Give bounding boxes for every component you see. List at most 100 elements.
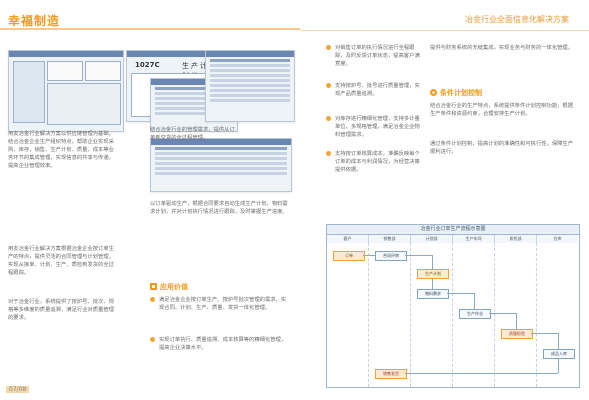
grid-row (155, 162, 287, 165)
flow-arrow (432, 255, 433, 269)
middle-bullet-1: 满足冶金企业按订单生产、按炉号批次管理的需求，实现合同、计划、生产、质量、发货一… (150, 296, 290, 312)
middle-paragraph-1: 以订单驱动生产，根据合同要求自动生成生产计划、物料需求计划，并对计划执行情况进行… (150, 200, 290, 216)
flow-arrow (363, 255, 375, 256)
left-paragraph-3: 对于冶金行业，系统提供了按炉号、批次、规格等多维度的质量追溯，满足行业对质量管理… (8, 298, 116, 322)
paragraph-text: 用友冶金行业解决方案根据冶金企业按订单生产的特点，提供灵活的合同管理与计划管理，… (8, 246, 114, 276)
flow-node: 物料需求 (417, 289, 449, 299)
menu-panel (47, 61, 83, 81)
swimlane (536, 243, 537, 387)
bullet-text: 支持按炉号、批号进行质量管理，实现产品质量追溯。 (335, 83, 420, 97)
flowchart-title: 冶金行业订单生产流程示意图 (327, 225, 579, 235)
section-title-condition: 条件计划控制 (430, 88, 482, 98)
right-bullet-2: 支持按炉号、批号进行质量管理，实现产品质量追溯。 (326, 82, 422, 98)
swimlane (410, 243, 411, 387)
left-paragraph-1: 用友冶金行业解决方案以供应链管理为基础，结合冶金企业生产组织特点，帮助企业实现采… (8, 130, 116, 170)
paragraph-text: 以订单驱动生产，根据合同要求自动生成生产计划、物料需求计划，并对计划执行情况进行… (150, 201, 288, 215)
bullet-text: 满足冶金企业按订单生产、按炉号批次管理的需求，实现合同、计划、生产、质量、发货一… (159, 297, 287, 311)
bullet-dot-icon (326, 116, 331, 121)
section-title-icon (150, 283, 157, 290)
header-rule-right (300, 30, 589, 31)
screenshot-bottom (150, 138, 292, 192)
lane-header: 生产车间 (453, 235, 495, 243)
grid-row (210, 99, 290, 102)
grid-row (210, 69, 290, 72)
grid-row (155, 172, 287, 175)
swimlane (494, 243, 495, 387)
bullet-dot-icon (150, 297, 155, 302)
grid-row (155, 152, 287, 155)
window-titlebar (9, 51, 123, 57)
flow-arrow (489, 313, 516, 314)
brand-title: 幸福制造 (8, 14, 61, 28)
grid-row (210, 59, 290, 62)
flow-arrow (474, 293, 475, 309)
paragraph-text: 结合冶金行业的生产特点，系统提供条件计划控制功能，根据生产条件和资源约束，合理安… (430, 103, 574, 117)
section-title-icon (430, 89, 437, 96)
flow-node: 成品入库 (543, 349, 575, 359)
middle-bullet-2: 实现订单执行、质量追溯、成本核算等的精细化管理，提高企业决策水平。 (150, 336, 290, 352)
flow-node: 合同评审 (375, 251, 407, 261)
condition-paragraph-1: 结合冶金行业的生产特点，系统提供条件计划控制功能，根据生产条件和资源约束，合理安… (430, 102, 578, 118)
tagline: 冶金行业全面信息化解决方案 (465, 15, 569, 24)
flow-arrow (447, 293, 474, 294)
bullet-dot-icon (326, 45, 331, 50)
section-title-text: 条件计划控制 (440, 89, 482, 97)
middle-caption: 结合冶金行业的管理需求，提供从订单到交货的全过程管理。 (150, 126, 236, 142)
bullet-text: 对销售订单的执行情况进行全程跟踪，及时反馈订单状态，提高客户满意度。 (335, 45, 420, 67)
paragraph-text: 对于冶金行业，系统提供了按炉号、批次、规格等多维度的质量追溯，满足行业对质量管理… (8, 299, 114, 321)
screenshot-grid-2 (205, 50, 295, 122)
grid-row (155, 157, 287, 160)
flow-arrow (558, 359, 559, 373)
flow-arrow (405, 373, 558, 374)
flow-node: 质量检验 (501, 329, 533, 339)
flow-arrow (558, 333, 559, 349)
grid-row (210, 84, 290, 87)
bullet-dot-icon (326, 151, 331, 156)
paragraph-text: 提供与财务系统的无缝集成，实现业务与财务的一体化管理。 (430, 45, 574, 51)
bullet-dot-icon (326, 83, 331, 88)
bullet-text: 支持按订单核算成本，准确反映每个订单的成本与利润情况，为经营决策提供依据。 (335, 151, 420, 173)
paragraph-text: 通过条件计划控制，提高计划的准确性和可执行性，保障生产顺利进行。 (430, 141, 574, 155)
grid-row (210, 89, 290, 92)
swimlane (368, 243, 369, 387)
paragraph-text: 结合冶金行业的管理需求，提供从订单到交货的全过程管理。 (150, 127, 235, 141)
menu-panel (85, 61, 121, 81)
page-number: 07/08 (6, 386, 30, 393)
top-band: 幸福制造 冶金行业全面信息化解决方案 (0, 0, 589, 38)
grid-row (210, 74, 290, 77)
grid-row (210, 79, 290, 82)
header-rule-left (0, 28, 300, 30)
right-side-paragraph: 提供与财务系统的无缝集成，实现业务与财务的一体化管理。 (430, 44, 578, 52)
lane-header: 计划部 (411, 235, 453, 243)
flow-node: 订单 (333, 251, 365, 261)
swimlane (452, 243, 453, 387)
grid-row (155, 147, 287, 150)
right-bullet-1: 对销售订单的执行情况进行全程跟踪，及时反馈订单状态，提高客户满意度。 (326, 44, 422, 68)
flow-node: 生产作业 (459, 309, 491, 319)
flow-arrow (405, 255, 432, 256)
paragraph-text: 用友冶金行业解决方案以供应链管理为基础，结合冶金企业生产组织特点，帮助企业实现采… (8, 131, 114, 169)
menu-panel (13, 61, 45, 123)
bullet-dot-icon (150, 337, 155, 342)
section-title-value: 应用价值 (150, 282, 188, 292)
lane-header: 销售部 (369, 235, 411, 243)
window-titlebar (127, 51, 211, 57)
section-title-text: 应用价值 (160, 283, 188, 291)
window-titlebar (206, 51, 294, 57)
grid-row (210, 94, 290, 97)
process-flowchart: 冶金行业订单生产流程示意图 客户 销售部 计划部 生产车间 质检部 仓库 订单 … (326, 224, 580, 388)
bullet-text: 对库存进行精细化管理，支持多计量单位、多规格管理，满足冶金企业物料管理需求。 (335, 116, 420, 138)
form-code: 1027C (135, 61, 160, 69)
flow-arrow (516, 313, 517, 329)
right-bullet-3: 对库存进行精细化管理，支持多计量单位、多规格管理，满足冶金企业物料管理需求。 (326, 115, 422, 139)
right-bullet-4: 支持按订单核算成本，准确反映每个订单的成本与利润情况，为经营决策提供依据。 (326, 150, 422, 174)
condition-paragraph-2: 通过条件计划控制，提高计划的准确性和可执行性，保障生产顺利进行。 (430, 140, 578, 156)
brochure-page: 幸福制造 冶金行业全面信息化解决方案 1027C 生产计划单 (0, 0, 589, 400)
screenshot-main-menu (8, 50, 124, 132)
grid-row (155, 167, 287, 170)
lane-header: 仓库 (537, 235, 578, 243)
left-paragraph-2: 用友冶金行业解决方案根据冶金企业按订单生产的特点，提供灵活的合同管理与计划管理，… (8, 245, 116, 277)
flow-arrow (531, 333, 558, 334)
flow-node: 生产计划 (417, 269, 449, 279)
flow-node: 销售发货 (375, 369, 407, 379)
